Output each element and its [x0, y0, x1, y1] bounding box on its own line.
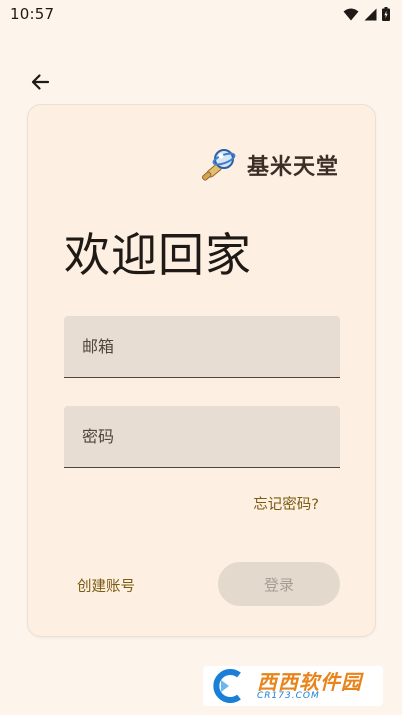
brand: 基米天堂 — [199, 145, 339, 185]
email-input[interactable] — [82, 316, 340, 377]
create-account-link[interactable]: 创建账号 — [77, 575, 135, 596]
brand-name: 基米天堂 — [246, 155, 339, 180]
watermark-url: CR173.COM — [257, 690, 320, 701]
back-button[interactable] — [24, 66, 56, 98]
signal-icon — [364, 8, 377, 20]
watermark: 西西软件园 CR173.COM — [203, 666, 383, 706]
status-bar: 10:57 — [0, 0, 402, 28]
wifi-icon — [343, 8, 359, 20]
jimi-logo-icon — [201, 149, 236, 181]
password-field[interactable] — [64, 406, 340, 468]
login-button[interactable]: 登录 — [218, 562, 340, 606]
password-input[interactable] — [82, 406, 340, 467]
status-icons — [343, 7, 390, 21]
forgot-password-link[interactable]: 忘记密码? — [253, 493, 319, 514]
login-card: 基米天堂 欢迎回家 忘记密码? 创建账号 登录 — [27, 104, 376, 637]
cr173-logo-icon — [213, 669, 241, 703]
status-time: 10:57 — [10, 5, 55, 23]
page-title: 欢迎回家 — [64, 228, 252, 282]
watermark-text-wrap: 西西软件园 CR173.COM — [257, 672, 362, 701]
arrow-left-icon — [31, 74, 50, 90]
watermark-text: 西西软件园 — [257, 669, 362, 694]
battery-icon — [382, 7, 390, 21]
email-field[interactable] — [64, 316, 340, 378]
